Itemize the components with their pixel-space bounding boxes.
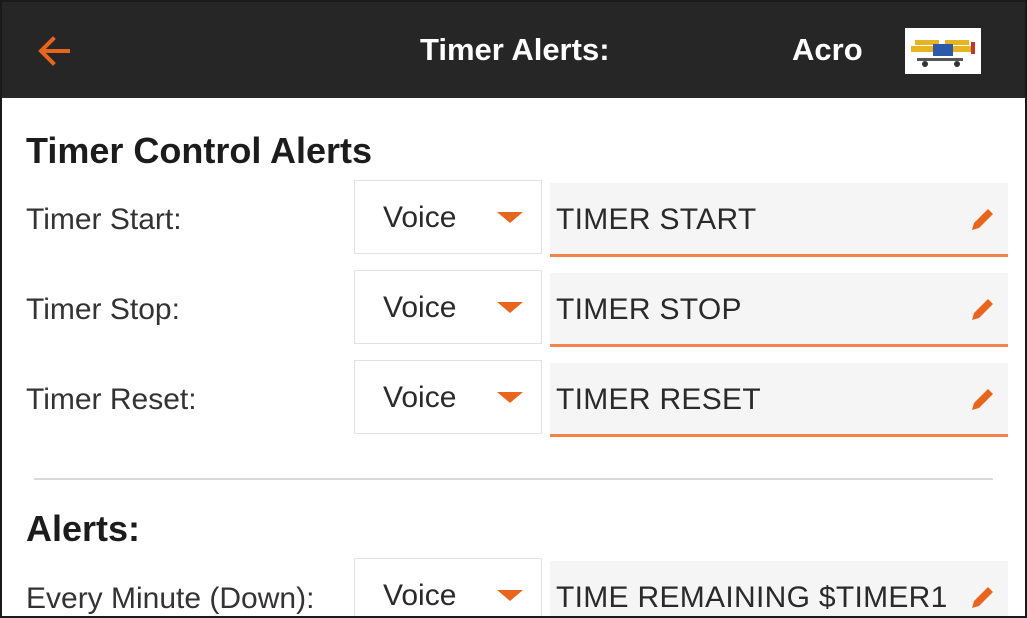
pencil-icon[interactable]	[966, 293, 998, 325]
pencil-icon[interactable]	[966, 383, 998, 415]
timer-start-text-field[interactable]: TIMER START	[550, 183, 1008, 257]
caret-down-icon	[497, 590, 523, 601]
back-button[interactable]	[32, 28, 78, 74]
timer-reset-text-field[interactable]: TIMER RESET	[550, 363, 1008, 437]
timer-start-mode-dropdown[interactable]: Voice	[354, 180, 542, 254]
dropdown-value: Voice	[383, 291, 457, 324]
dropdown-value: Voice	[383, 579, 457, 612]
dropdown-value: Voice	[383, 201, 457, 234]
timer-reset-mode-dropdown[interactable]: Voice	[354, 360, 542, 434]
every-minute-text-field[interactable]: TIME REMAINING $TIMER1	[550, 561, 1008, 616]
model-name: Acro	[792, 32, 863, 67]
timer-stop-label: Timer Stop:	[26, 293, 180, 326]
timer-start-label: Timer Start:	[26, 203, 182, 236]
airplane-thumbnail-icon	[911, 40, 975, 67]
every-minute-mode-dropdown[interactable]: Voice	[354, 558, 542, 616]
model-image-button[interactable]	[905, 28, 981, 74]
arrow-left-icon	[38, 36, 70, 66]
title-bar: Timer Alerts: Acro	[2, 2, 1025, 98]
timer-stop-text-field[interactable]: TIMER STOP	[550, 273, 1008, 347]
text-field-value: TIMER RESET	[556, 383, 761, 416]
text-field-value: TIMER STOP	[556, 293, 742, 326]
timer-control-heading: Timer Control Alerts	[26, 130, 373, 171]
timer-alerts-screen: Timer Alerts: Acro Timer Control Alerts …	[0, 0, 1027, 618]
every-minute-label: Every Minute (Down):	[26, 582, 315, 615]
timer-reset-label: Timer Reset:	[26, 383, 197, 416]
pencil-icon[interactable]	[966, 581, 998, 613]
text-field-value: TIMER START	[556, 203, 757, 236]
caret-down-icon	[497, 212, 523, 223]
section-divider	[34, 478, 993, 480]
timer-stop-mode-dropdown[interactable]: Voice	[354, 270, 542, 344]
alerts-heading: Alerts:	[26, 508, 141, 549]
text-field-value: TIME REMAINING $TIMER1	[556, 581, 948, 614]
caret-down-icon	[497, 392, 523, 403]
page-title: Timer Alerts:	[420, 32, 610, 67]
dropdown-value: Voice	[383, 381, 457, 414]
pencil-icon[interactable]	[966, 203, 998, 235]
caret-down-icon	[497, 302, 523, 313]
